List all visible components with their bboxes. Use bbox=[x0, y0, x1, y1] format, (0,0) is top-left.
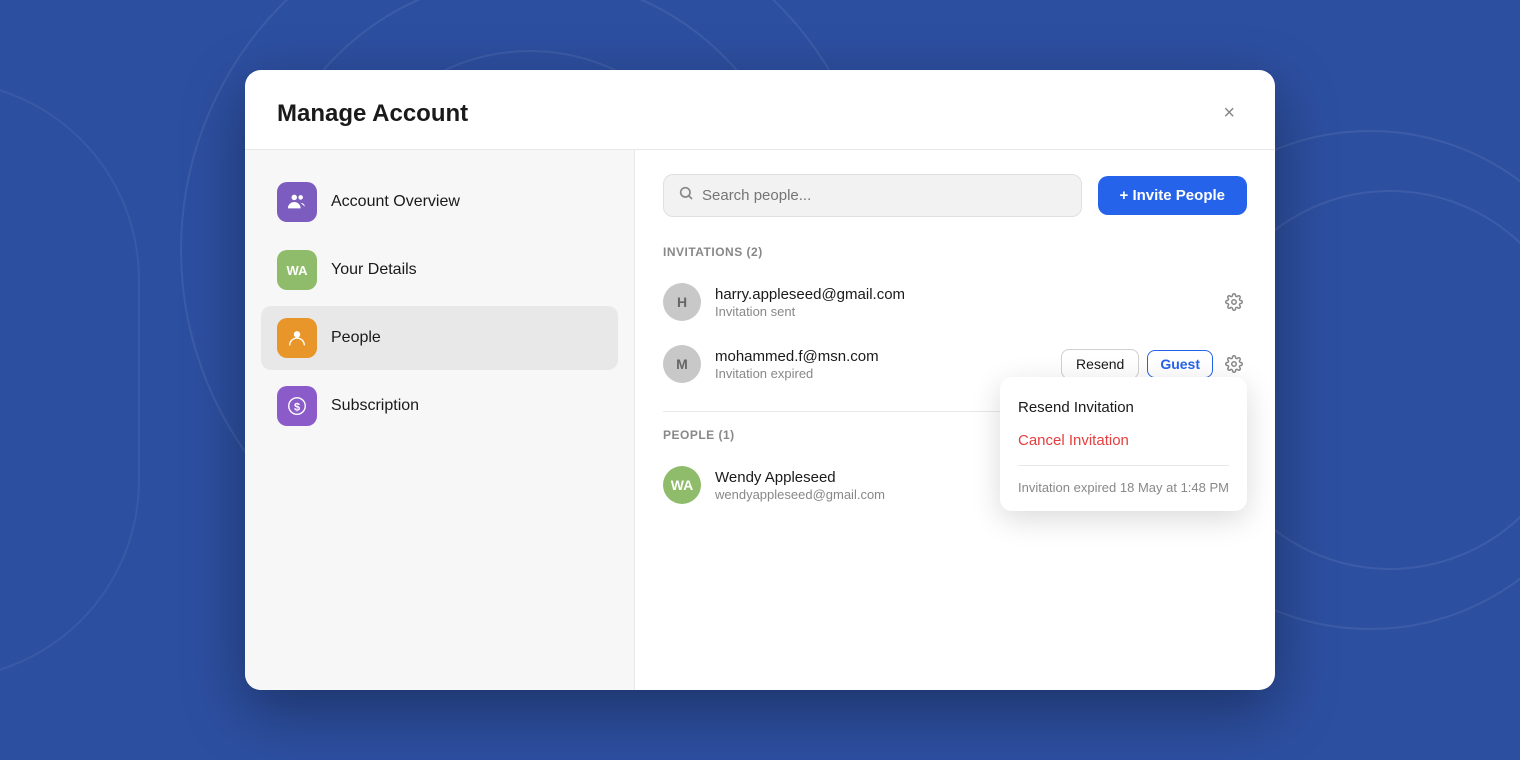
person-info-harry: harry.appleseed@gmail.com Invitation sen… bbox=[715, 286, 1207, 319]
dropdown-divider bbox=[1018, 465, 1229, 466]
people-icon bbox=[277, 318, 317, 358]
dropdown-resend-invitation[interactable]: Resend Invitation bbox=[1018, 391, 1229, 424]
avatar-wendy: WA bbox=[663, 466, 701, 504]
avatar-mohammed: M bbox=[663, 345, 701, 383]
invitation-row-mohammed: M mohammed.f@msn.com Invitation expired … bbox=[663, 333, 1247, 395]
sidebar-item-your-details[interactable]: WA Your Details bbox=[261, 238, 618, 302]
subscription-icon: $ bbox=[277, 386, 317, 426]
search-invite-row: + Invite People bbox=[663, 174, 1247, 217]
invitation-row-harry: H harry.appleseed@gmail.com Invitation s… bbox=[663, 271, 1247, 333]
dropdown-cancel-invitation[interactable]: Cancel Invitation bbox=[1018, 424, 1229, 457]
sidebar-item-your-details-label: Your Details bbox=[331, 261, 417, 279]
avatar-harry: H bbox=[663, 283, 701, 321]
sidebar-item-account-overview-label: Account Overview bbox=[331, 193, 460, 211]
sidebar-item-people-label: People bbox=[331, 329, 381, 347]
gear-dropdown-mohammed: Resend Invitation Cancel Invitation Invi… bbox=[1000, 377, 1247, 511]
sidebar-item-people[interactable]: People bbox=[261, 306, 618, 370]
main-content: + Invite People INVITATIONS (2) H harry.… bbox=[635, 150, 1275, 690]
your-details-icon: WA bbox=[277, 250, 317, 290]
invite-people-button[interactable]: + Invite People bbox=[1098, 176, 1247, 215]
email-harry: harry.appleseed@gmail.com bbox=[715, 286, 1207, 303]
svg-text:$: $ bbox=[294, 402, 300, 414]
sidebar: Account Overview WA Your Details People bbox=[245, 150, 635, 690]
invitations-section: INVITATIONS (2) H harry.appleseed@gmail.… bbox=[663, 245, 1247, 395]
email-mohammed: mohammed.f@msn.com bbox=[715, 348, 1047, 365]
close-button[interactable]: × bbox=[1215, 98, 1243, 129]
invitations-section-label: INVITATIONS (2) bbox=[663, 245, 1247, 259]
person-info-mohammed: mohammed.f@msn.com Invitation expired bbox=[715, 348, 1047, 381]
dropdown-expiry-info: Invitation expired 18 May at 1:48 PM bbox=[1018, 474, 1229, 497]
status-mohammed: Invitation expired bbox=[715, 366, 1047, 381]
search-box bbox=[663, 174, 1082, 217]
search-icon bbox=[678, 185, 694, 206]
modal-header: Manage Account × bbox=[245, 70, 1275, 150]
search-input[interactable] bbox=[702, 187, 1067, 204]
actions-harry bbox=[1221, 289, 1247, 315]
sidebar-item-subscription-label: Subscription bbox=[331, 397, 419, 415]
manage-account-modal: Manage Account × Account Overview bbox=[245, 70, 1275, 690]
modal-body: Account Overview WA Your Details People bbox=[245, 150, 1275, 690]
modal-title: Manage Account bbox=[277, 100, 468, 128]
sidebar-item-subscription[interactable]: $ Subscription bbox=[261, 374, 618, 438]
status-harry: Invitation sent bbox=[715, 304, 1207, 319]
gear-button-harry[interactable] bbox=[1221, 289, 1247, 315]
resend-button-mohammed[interactable]: Resend bbox=[1061, 349, 1139, 379]
gear-button-mohammed[interactable] bbox=[1221, 351, 1247, 377]
guest-badge-mohammed[interactable]: Guest bbox=[1147, 350, 1213, 378]
account-overview-icon bbox=[277, 182, 317, 222]
sidebar-item-account-overview[interactable]: Account Overview bbox=[261, 170, 618, 234]
actions-mohammed: Resend Guest bbox=[1061, 349, 1247, 379]
